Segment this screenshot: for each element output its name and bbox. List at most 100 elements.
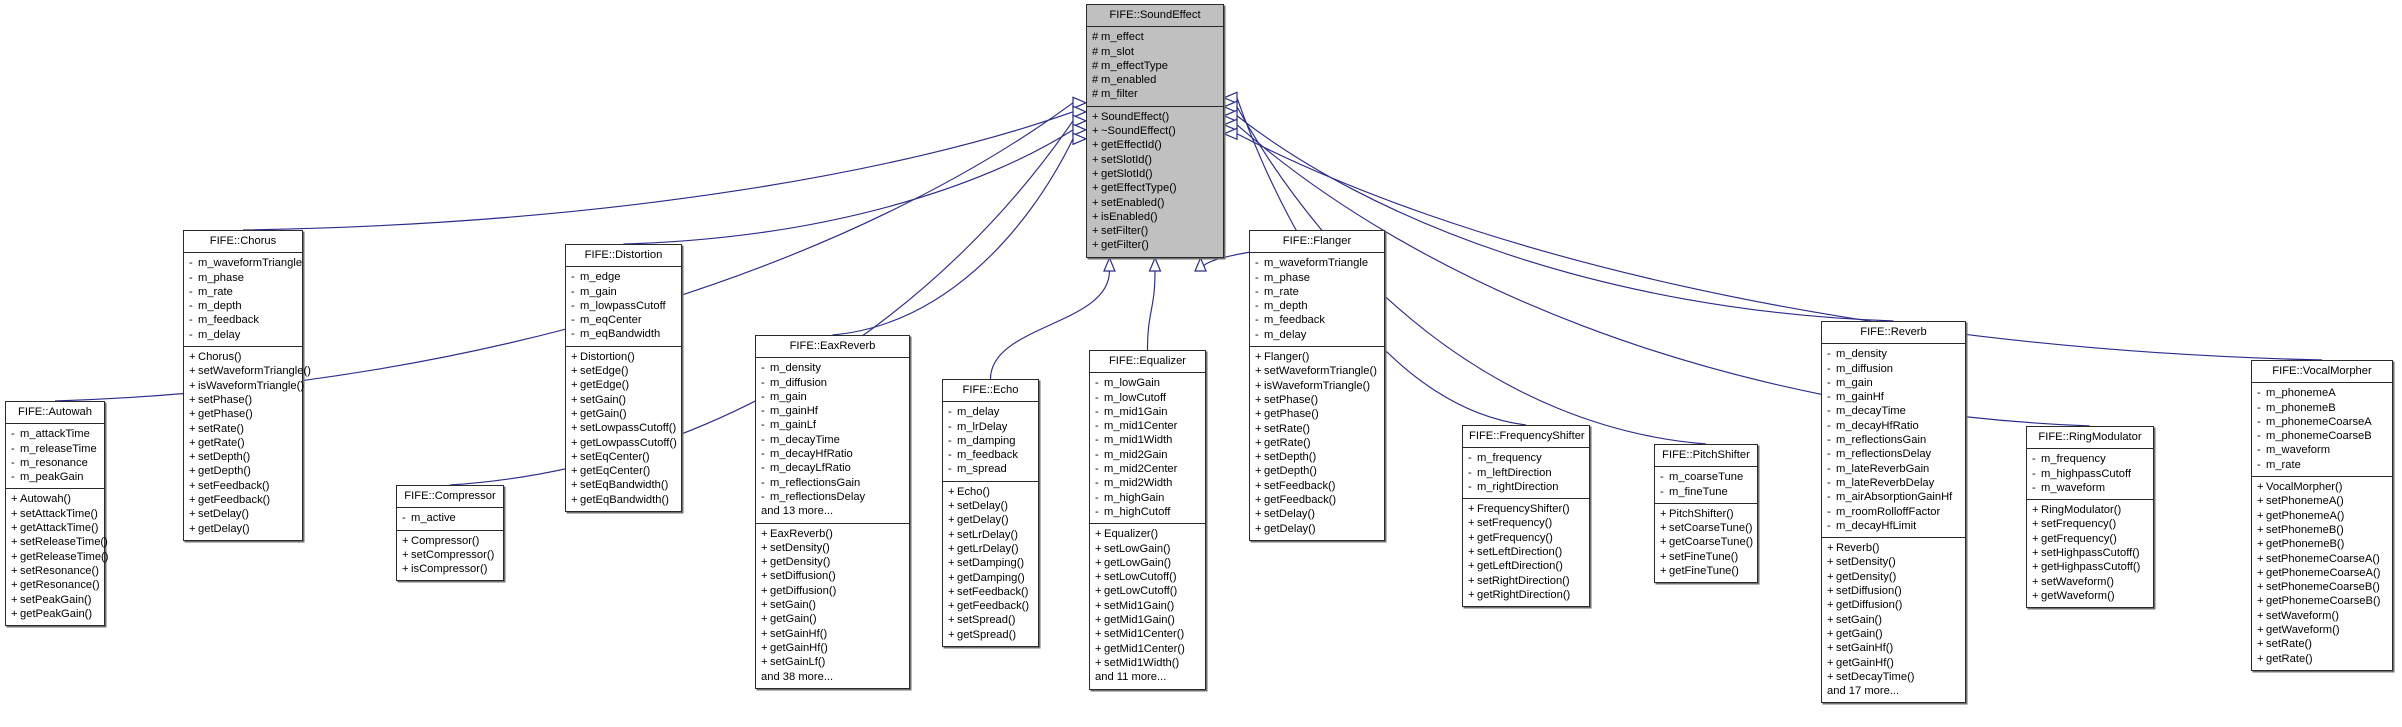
class-name: FIFE::Distortion — [566, 245, 681, 268]
visibility-sigil: - — [571, 328, 575, 341]
member-row: + getHighpassCutoff() — [2032, 561, 2141, 574]
visibility-sigil: + — [1468, 531, 1475, 544]
member-row: - m_mid2Width — [1095, 477, 1173, 490]
visibility-sigil: + — [948, 585, 955, 598]
visibility-sigil: + — [1092, 153, 1099, 166]
member-row: - m_attackTime — [11, 428, 90, 441]
member-row: + setSpread() — [948, 614, 1016, 627]
member-row: + getFilter() — [1092, 239, 1149, 252]
visibility-sigil: + — [2032, 532, 2039, 545]
member-row: + getCoarseTune() — [1660, 536, 1754, 549]
visibility-sigil: + — [11, 593, 18, 606]
member-row: + getRate() — [2257, 652, 2313, 665]
visibility-sigil: + — [761, 541, 768, 554]
visibility-sigil: + — [1092, 110, 1099, 123]
inheritance-arrowhead — [1222, 100, 1238, 114]
member-row: + getRate() — [189, 436, 245, 449]
visibility-sigil: - — [1827, 476, 1831, 489]
visibility-sigil: + — [1255, 479, 1262, 492]
member-row: - m_waveform — [2032, 481, 2106, 494]
visibility-sigil: - — [1660, 485, 1664, 498]
visibility-sigil: + — [402, 534, 409, 547]
class-box-eaxreverb[interactable]: FIFE::EaxReverb - m_density - m_diffusion - m_… — [755, 335, 910, 689]
class-box-frequencyshifter[interactable]: FIFE::FrequencyShifter - m_frequency - m_lef… — [1462, 425, 1590, 608]
visibility-sigil: - — [2257, 458, 2261, 471]
member-row: + setEqBandwidth() — [571, 479, 669, 492]
member-row: + getAttackTime() — [11, 522, 99, 535]
methods-compartment: + VocalMorpher() + setPhonemeA() + getPhoneme… — [2252, 477, 2392, 670]
visibility-sigil: - — [1827, 348, 1831, 361]
visibility-sigil: - — [402, 512, 406, 525]
member-row: + setFeedback() — [189, 479, 270, 492]
member-row: + FrequencyShifter() — [1468, 503, 1570, 516]
visibility-sigil: + — [1255, 465, 1262, 478]
member-row: + isWaveformTriangle() — [1255, 379, 1371, 392]
class-box-chorus[interactable]: FIFE::Chorus - m_waveformTriangle - m_phase -… — [183, 230, 311, 541]
member-row: + getPeakGain() — [11, 607, 93, 620]
class-box-echo[interactable]: FIFE::Echo - m_delay - m_lrDelay - m_damping - m… — [942, 379, 1039, 648]
member-row: + getFrequency() — [1468, 531, 1553, 544]
member-row: - m_phonemeA — [2257, 387, 2336, 400]
class-box-vocalmorpher[interactable]: FIFE::VocalMorpher - m_phonemeA - m_phonemeB… — [2251, 360, 2393, 671]
visibility-sigil: + — [2257, 638, 2264, 651]
member-row: - m_spread — [948, 463, 1007, 476]
visibility-sigil: + — [1660, 550, 1667, 563]
member-row: + getLowpassCutoff() — [571, 436, 677, 449]
class-box-reverb[interactable]: FIFE::Reverb - m_density - m_diffusion - m_gai… — [1821, 321, 1966, 704]
methods-compartment: + EaxReverb() + setDensity() + getDensity() + s… — [756, 524, 909, 688]
visibility-sigil: - — [948, 463, 952, 476]
member-row: - m_depth — [1255, 300, 1308, 313]
member-row: - m_reflectionsGain — [1827, 434, 1927, 447]
member-row: - m_eqBandwidth — [571, 328, 661, 341]
attributes-compartment: - m_frequency - m_leftDirection - m_rightDire… — [1463, 448, 1589, 500]
member-row: + getDiffusion() — [761, 584, 837, 597]
visibility-sigil: + — [1255, 393, 1262, 406]
visibility-sigil: + — [571, 350, 578, 363]
visibility-sigil: - — [1660, 471, 1664, 484]
visibility-sigil: + — [571, 407, 578, 420]
member-row: - m_depth — [189, 300, 242, 313]
visibility-sigil: + — [1095, 628, 1102, 641]
member-row: + getWaveform() — [2257, 624, 2340, 637]
member-row: + getGain() — [1827, 627, 1883, 640]
member-row: + getGainHf() — [761, 641, 828, 654]
member-row: + setWaveformTriangle() — [1255, 365, 1377, 378]
visibility-sigil: - — [1827, 505, 1831, 518]
class-name: FIFE::Autowah — [6, 402, 104, 425]
member-row: - m_density — [761, 362, 821, 375]
visibility-sigil: - — [1255, 271, 1259, 284]
member-row: + getRate() — [1255, 436, 1311, 449]
class-box-compressor[interactable]: FIFE::Compressor - m_active + Compressor() + s… — [396, 485, 504, 582]
member-row: + getPhase() — [189, 408, 253, 421]
member-row: + setGainLf() — [761, 656, 826, 669]
visibility-sigil: - — [1827, 519, 1831, 532]
class-box-equalizer[interactable]: FIFE::Equalizer - m_lowGain - m_lowCutoff - m_… — [1089, 350, 1206, 690]
member-row: + getResonance() — [11, 579, 100, 592]
member-row: + Chorus() — [189, 351, 242, 364]
member-row: + setDelay() — [1255, 508, 1315, 521]
member-row: - m_feedback — [1255, 314, 1325, 327]
visibility-sigil: + — [948, 542, 955, 555]
visibility-sigil: + — [2257, 609, 2264, 622]
visibility-sigil: + — [1092, 182, 1099, 195]
visibility-sigil: - — [1468, 480, 1472, 493]
class-box-flanger[interactable]: FIFE::Flanger - m_waveformTriangle - m_phase… — [1249, 230, 1385, 541]
class-box-pitchshifter[interactable]: FIFE::PitchShifter - m_coarseTune - m_fineTu… — [1654, 444, 1758, 584]
visibility-sigil: + — [1255, 494, 1262, 507]
class-box-distortion[interactable]: FIFE::Distortion - m_edge - m_gain - m_lowpass… — [565, 244, 682, 513]
member-row: - m_rate — [189, 285, 233, 298]
visibility-sigil: + — [571, 450, 578, 463]
visibility-sigil: - — [1468, 466, 1472, 479]
member-row: + getPhonemeA() — [2257, 509, 2345, 522]
class-box-soundeffect[interactable]: FIFE::SoundEffect # m_effect # m_slot # m_effe… — [1086, 4, 1224, 258]
visibility-sigil: + — [189, 351, 196, 364]
class-box-ringmodulator[interactable]: FIFE::RingModulator - m_frequency - m_highpa… — [2026, 426, 2154, 609]
visibility-sigil: - — [189, 314, 193, 327]
member-row: + setCompressor() — [402, 548, 495, 561]
member-row: + setGainHf() — [761, 627, 828, 640]
member-row: + getPhase() — [1255, 408, 1319, 421]
class-box-autowah[interactable]: FIFE::Autowah - m_attackTime - m_releaseTime… — [5, 401, 109, 627]
visibility-sigil: - — [2257, 415, 2261, 428]
visibility-sigil: - — [1095, 463, 1099, 476]
attributes-compartment: - m_density - m_diffusion - m_gain - m_gainHf - m… — [1822, 344, 1965, 539]
